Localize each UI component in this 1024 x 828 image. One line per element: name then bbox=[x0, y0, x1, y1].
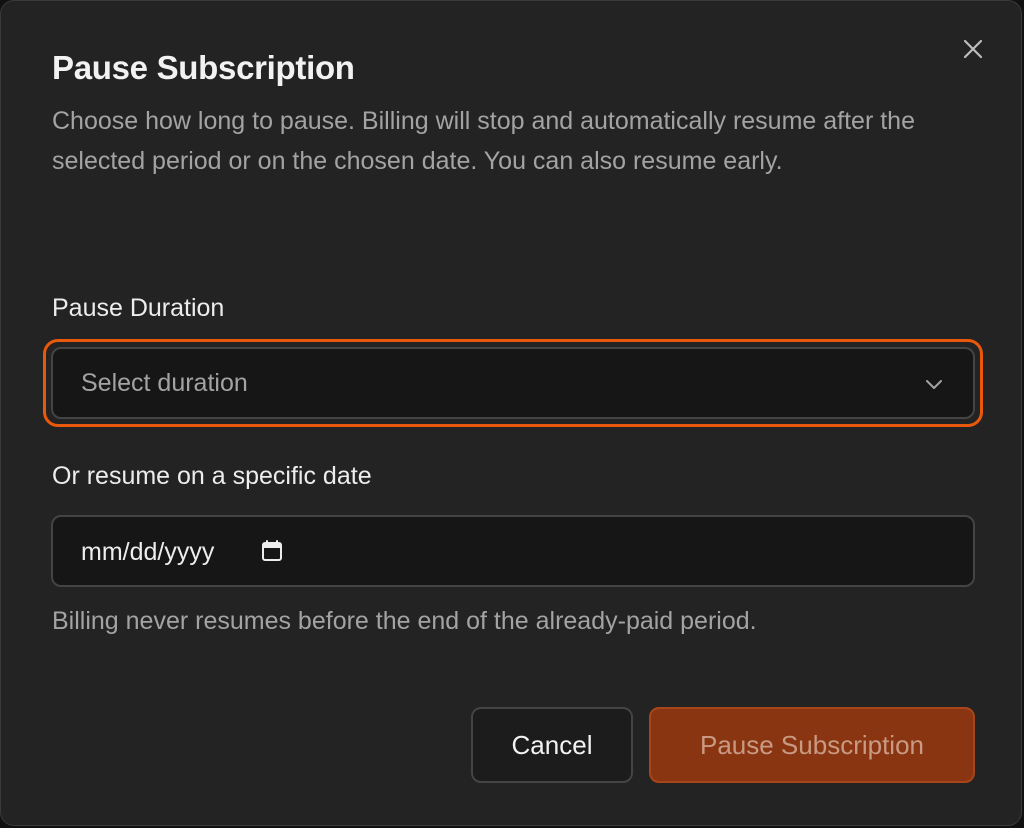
duration-select[interactable]: Select duration bbox=[51, 347, 975, 419]
close-button[interactable] bbox=[953, 29, 993, 69]
resume-date-placeholder: mm/dd/yyyy bbox=[81, 538, 215, 566]
calendar-icon[interactable] bbox=[260, 539, 284, 563]
pause-duration-label: Pause Duration bbox=[52, 294, 225, 322]
duration-select-value: Select duration bbox=[81, 369, 248, 397]
billing-helper-text: Billing never resumes before the end of … bbox=[52, 607, 757, 635]
chevron-down-icon bbox=[926, 380, 942, 389]
pause-subscription-dialog: Pause Subscription Choose how long to pa… bbox=[0, 0, 1022, 826]
close-icon bbox=[963, 39, 983, 59]
resume-date-label: Or resume on a specific date bbox=[52, 462, 372, 490]
dialog-title: Pause Subscription bbox=[52, 49, 355, 86]
pause-subscription-button[interactable]: Pause Subscription bbox=[649, 707, 975, 783]
cancel-button[interactable]: Cancel bbox=[471, 707, 633, 783]
resume-date-input[interactable]: mm/dd/yyyy bbox=[51, 515, 975, 587]
dialog-description: Choose how long to pause. Billing will s… bbox=[52, 107, 915, 175]
